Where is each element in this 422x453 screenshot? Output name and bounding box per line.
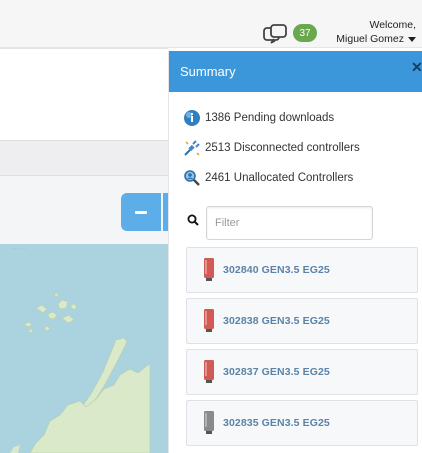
minus-icon xyxy=(135,210,147,214)
zoom-out-button[interactable] xyxy=(121,193,161,231)
map-canvas: · · · · · xyxy=(0,244,170,453)
controller-card[interactable]: 302838 GEN3.5 EG25 xyxy=(186,298,418,344)
panel-title: Summary xyxy=(180,64,236,79)
caret-down-icon xyxy=(408,36,416,42)
disconnected-plug-icon xyxy=(184,140,200,156)
messages-icon[interactable] xyxy=(262,23,292,45)
stat-text: 2513 Disconnected controllers xyxy=(205,142,360,154)
info-globe-icon xyxy=(184,110,200,126)
user-name: Miguel Gomez xyxy=(336,33,404,45)
controller-card[interactable]: 302840 GEN3.5 EG25 xyxy=(186,247,418,293)
stat-text: 1386 Pending downloads xyxy=(205,112,335,124)
section-strip xyxy=(0,140,168,176)
controller-device-icon xyxy=(204,411,214,434)
user-menu[interactable]: Welcome, Miguel Gomez xyxy=(330,18,416,46)
search-icon xyxy=(187,214,199,226)
controller-device-icon xyxy=(204,360,214,383)
controller-label: 302835 GEN3.5 EG25 xyxy=(223,417,330,429)
content-area xyxy=(0,48,168,140)
stat-unallocated-controllers[interactable]: 2461 Unallocated Controllers xyxy=(183,168,353,188)
controller-label: 302838 GEN3.5 EG25 xyxy=(223,315,330,327)
svg-text:· · · · ·: · · · · · xyxy=(12,246,26,252)
controller-device-icon xyxy=(204,309,214,332)
controller-device-icon xyxy=(204,258,214,281)
map-view[interactable]: · · · · · xyxy=(0,244,170,453)
controller-card[interactable]: 302835 GEN3.5 EG25 xyxy=(186,400,418,446)
close-icon[interactable]: ✕ xyxy=(411,59,422,76)
panel-header: Summary ✕ xyxy=(169,51,422,92)
summary-panel: Summary ✕ 1386 Pending downloads 2513 Di… xyxy=(168,51,422,453)
welcome-label: Welcome, xyxy=(369,19,417,31)
stat-text: 2461 Unallocated Controllers xyxy=(205,172,354,184)
controller-label: 302837 GEN3.5 EG25 xyxy=(223,366,330,378)
stat-disconnected-controllers[interactable]: 2513 Disconnected controllers xyxy=(183,138,360,158)
stat-pending-downloads[interactable]: 1386 Pending downloads xyxy=(183,108,334,128)
filter-input[interactable] xyxy=(206,206,373,240)
search-person-icon xyxy=(184,170,200,186)
controller-label: 302840 GEN3.5 EG25 xyxy=(223,264,330,276)
notification-badge[interactable]: 37 xyxy=(293,24,317,42)
controller-card[interactable]: 302837 GEN3.5 EG25 xyxy=(186,349,418,395)
